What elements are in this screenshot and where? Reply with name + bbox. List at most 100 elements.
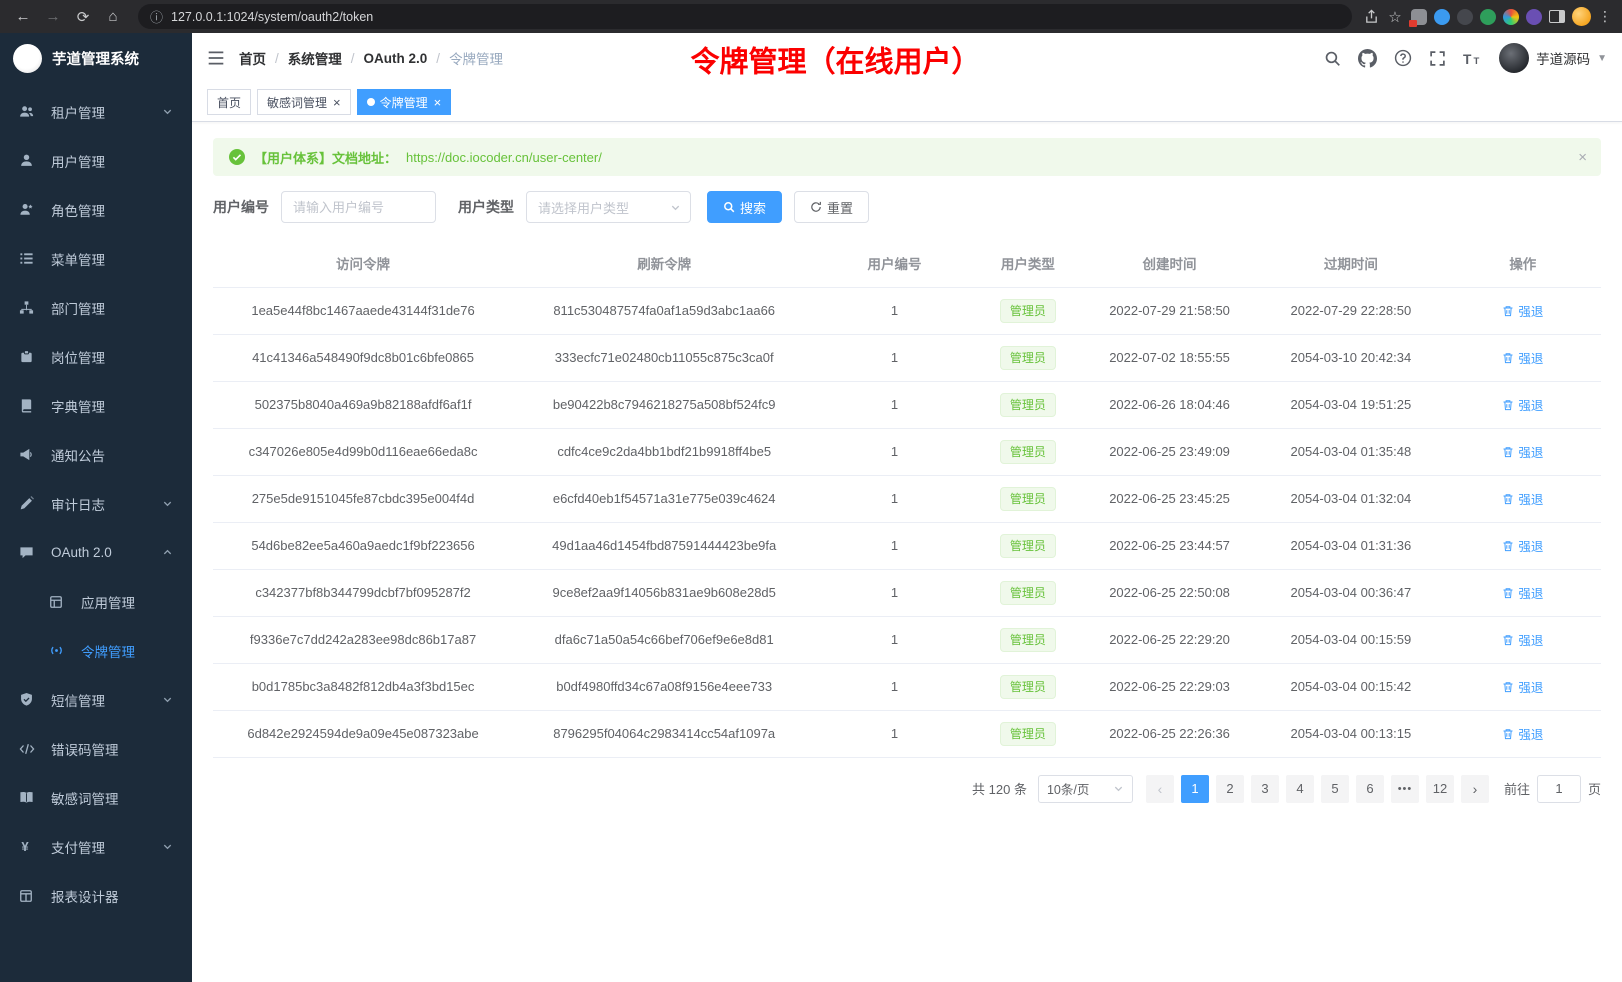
expire-time-cell: 2054-03-04 01:31:36 [1257,522,1445,569]
sidebar-item-audit-log[interactable]: 审计日志 [0,479,192,528]
reload-icon[interactable]: ⟳ [70,4,96,30]
address-bar[interactable]: ⓘ 127.0.0.1:1024/system/oauth2/token [138,4,1352,29]
trash-icon [1502,352,1514,364]
tab-0[interactable]: 首页 [207,89,251,115]
force-logout-button[interactable]: 强退 [1502,630,1543,649]
sidebar-item-pay[interactable]: ¥支付管理 [0,822,192,871]
sidebar-item-oauth2-token[interactable]: 令牌管理 [0,626,192,675]
column-header: 操作 [1445,239,1601,287]
menu-icon [19,251,43,266]
help-icon[interactable] [1394,49,1412,67]
prev-page-button[interactable]: ‹ [1146,775,1174,803]
force-logout-button[interactable]: 强退 [1502,583,1543,602]
force-logout-button[interactable]: 强退 [1502,442,1543,461]
collapse-sidebar-icon[interactable] [207,49,225,67]
force-logout-button[interactable]: 强退 [1502,724,1543,743]
doc-link[interactable]: https://doc.iocoder.cn/user-center/ [406,150,602,165]
breadcrumb-item-3[interactable]: 令牌管理 [449,48,503,68]
success-check-icon [229,149,245,165]
sidebar-item-sms[interactable]: 短信管理 [0,675,192,724]
app-logo[interactable]: 芋道管理系统 [0,33,192,83]
page-size-select[interactable]: 10条/页 [1038,775,1133,803]
sidebar-item-oauth2-app[interactable]: 应用管理 [0,577,192,626]
extension-icon[interactable] [1411,9,1427,25]
breadcrumb-separator: / [351,51,355,66]
user-menu[interactable]: 芋道源码 ▼ [1499,43,1607,73]
browser-profile-avatar[interactable] [1572,7,1591,26]
page-button-6[interactable]: 6 [1356,775,1384,803]
token-icon [49,643,73,658]
goto-page-input[interactable] [1537,775,1581,803]
github-icon[interactable] [1358,49,1377,68]
fullscreen-icon[interactable] [1429,50,1446,67]
sidebar-item-user[interactable]: 用户管理 [0,136,192,185]
sidebar-item-oauth2[interactable]: OAuth 2.0 [0,528,192,577]
browser-menu-icon[interactable]: ⋮ [1598,8,1612,25]
page-button-3[interactable]: 3 [1251,775,1279,803]
search-button[interactable]: 搜索 [707,191,782,223]
tab-1[interactable]: 敏感词管理× [257,89,351,115]
tab-2[interactable]: 令牌管理× [357,89,452,115]
forward-icon[interactable]: → [40,4,66,30]
search-icon[interactable] [1324,50,1341,67]
sidebar-item-role[interactable]: 角色管理 [0,185,192,234]
force-logout-button[interactable]: 强退 [1502,348,1543,367]
force-logout-button[interactable]: 强退 [1502,536,1543,555]
alert-text: 【用户体系】文档地址： [254,148,397,167]
create-time-cell: 2022-06-25 23:45:25 [1082,475,1257,522]
close-icon[interactable]: × [333,96,341,109]
top-header: 首页/系统管理/OAuth 2.0/令牌管理 令牌管理（在线用户） TT [192,33,1622,83]
user-id-input[interactable] [281,191,436,223]
site-info-icon[interactable]: ⓘ [150,7,163,26]
page-button-4[interactable]: 4 [1286,775,1314,803]
force-logout-button[interactable]: 强退 [1502,489,1543,508]
close-icon[interactable]: × [434,96,442,109]
sidebar-item-post[interactable]: 岗位管理 [0,332,192,381]
reset-button[interactable]: 重置 [794,191,869,223]
extension-icon[interactable] [1434,9,1450,25]
sidebar-item-dict[interactable]: 字典管理 [0,381,192,430]
sidebar-item-tenant[interactable]: 租户管理 [0,87,192,136]
side-panel-icon[interactable] [1549,10,1565,23]
trash-icon [1502,728,1514,740]
table-row: 6d842e2924594de9a09e45e087323abe8796295f… [213,710,1601,757]
page-button-1[interactable]: 1 [1181,775,1209,803]
expire-time-cell: 2054-03-04 00:15:59 [1257,616,1445,663]
sidebar-item-dept[interactable]: 部门管理 [0,283,192,332]
sidebar-item-notice[interactable]: 通知公告 [0,430,192,479]
breadcrumb-item-1[interactable]: 系统管理 [288,48,342,68]
font-size-icon[interactable]: TT [1463,50,1482,67]
extension-icon[interactable] [1457,9,1473,25]
force-logout-button[interactable]: 强退 [1502,395,1543,414]
close-icon[interactable]: × [1578,149,1587,166]
tenant-icon [19,104,43,119]
extension-icon[interactable] [1526,9,1542,25]
extension-icon[interactable] [1503,9,1519,25]
user-type-select[interactable]: 请选择用户类型 [526,191,691,223]
next-page-button[interactable]: › [1461,775,1489,803]
force-logout-button[interactable]: 强退 [1502,301,1543,320]
sidebar-item-error-code[interactable]: 错误码管理 [0,724,192,773]
sidebar: 芋道管理系统 租户管理用户管理角色管理菜单管理部门管理岗位管理字典管理通知公告审… [0,33,192,982]
refresh-token-cell: cdfc4ce9c2da4bb1bdf21b9918ff4be5 [513,428,815,475]
sidebar-item-sensitive-word[interactable]: 敏感词管理 [0,773,192,822]
back-icon[interactable]: ← [10,4,36,30]
breadcrumb-item-2[interactable]: OAuth 2.0 [364,51,428,66]
goto-label: 前往 [1504,779,1530,798]
extension-icon[interactable] [1480,9,1496,25]
more-pages-button[interactable]: ••• [1391,775,1419,803]
sidebar-item-menu[interactable]: 菜单管理 [0,234,192,283]
bookmark-star-icon[interactable]: ☆ [1386,4,1404,30]
access-token-cell: c347026e805e4d99b0d116eae66eda8c [213,428,513,475]
force-logout-button[interactable]: 强退 [1502,677,1543,696]
user-id-cell: 1 [815,475,973,522]
chevron-down-icon [670,202,681,213]
sidebar-item-report-designer[interactable]: 报表设计器 [0,871,192,920]
breadcrumb-item-0[interactable]: 首页 [239,48,266,68]
home-icon[interactable]: ⌂ [100,4,126,30]
share-icon[interactable] [1364,9,1379,24]
page-button-5[interactable]: 5 [1321,775,1349,803]
page-button-12[interactable]: 12 [1426,775,1454,803]
page-button-2[interactable]: 2 [1216,775,1244,803]
user-id-cell: 1 [815,381,973,428]
